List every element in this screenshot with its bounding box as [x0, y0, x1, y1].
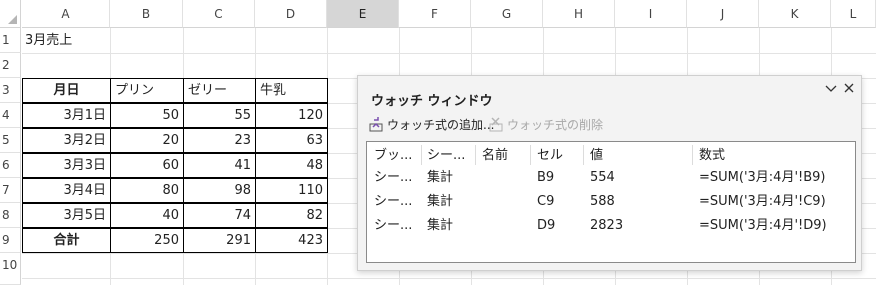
watch-row-book[interactable]: シー... — [374, 216, 412, 236]
watch-row-sheet[interactable]: 集計 — [427, 168, 453, 188]
column-header-e[interactable]: E — [327, 0, 399, 28]
table-cell[interactable]: 41 — [183, 153, 256, 178]
delete-watch-button[interactable]: ウォッチ式の削除 — [489, 115, 603, 135]
watch-row-formula[interactable]: =SUM('3月:4月'!C9) — [699, 192, 826, 212]
table-header-date[interactable]: 月日 — [22, 78, 111, 103]
delete-watch-label: ウォッチ式の削除 — [507, 118, 604, 132]
watch-col-formula[interactable]: 数式 — [699, 147, 725, 165]
sheet-title-cell[interactable]: 3月売上 — [25, 29, 145, 53]
table-header-milk[interactable]: 牛乳 — [255, 78, 328, 103]
close-icon[interactable] — [840, 81, 858, 99]
table-cell[interactable]: 74 — [183, 203, 256, 228]
watch-list[interactable]: ブッ... シー... 名前 セル 値 数式 シー... 集計 B9 554 =… — [366, 141, 856, 263]
table-total-label[interactable]: 合計 — [22, 228, 111, 253]
row-header-2[interactable]: 2 — [0, 53, 21, 78]
table-total-cell[interactable]: 250 — [110, 228, 184, 253]
watch-row-cell[interactable]: B9 — [537, 168, 554, 188]
table-cell[interactable]: 55 — [183, 103, 256, 128]
watch-row-formula[interactable]: =SUM('3月:4月'!D9) — [699, 216, 827, 236]
table-cell[interactable]: 120 — [255, 103, 328, 128]
watch-row-value[interactable]: 2823 — [590, 216, 623, 236]
row-header-4[interactable]: 4 — [0, 103, 21, 128]
row-header-9[interactable]: 9 — [0, 228, 21, 253]
column-divider[interactable] — [692, 145, 693, 165]
table-cell[interactable]: 63 — [255, 128, 328, 153]
column-header-k[interactable]: K — [759, 0, 831, 28]
watch-col-sheet[interactable]: シー... — [427, 147, 465, 165]
row-header-10[interactable]: 10 — [0, 253, 21, 285]
table-cell[interactable]: 110 — [255, 178, 328, 203]
table-cell[interactable]: 3月4日 — [22, 178, 111, 203]
table-cell[interactable]: 3月5日 — [22, 203, 111, 228]
column-header-c[interactable]: C — [183, 0, 255, 28]
row-header-1[interactable]: 1 — [0, 28, 21, 53]
table-cell[interactable]: 82 — [255, 203, 328, 228]
column-header-h[interactable]: H — [543, 0, 615, 28]
watch-row-cell[interactable]: D9 — [537, 216, 555, 236]
table-cell[interactable]: 40 — [110, 203, 184, 228]
watch-col-name[interactable]: 名前 — [482, 147, 508, 165]
watch-col-value[interactable]: 値 — [590, 147, 603, 165]
column-header-l[interactable]: L — [831, 0, 876, 28]
column-divider[interactable] — [421, 145, 422, 165]
table-header-pudding[interactable]: プリン — [110, 78, 184, 103]
delete-watch-icon — [489, 116, 505, 132]
table-cell[interactable]: 23 — [183, 128, 256, 153]
row-header-5[interactable]: 5 — [0, 128, 21, 153]
watch-window[interactable]: ウォッチ ウィンドウ ウォッチ式の追加... ウォッチ式の削除 ブッ... シー… — [357, 75, 862, 271]
column-header-g[interactable]: G — [471, 0, 543, 28]
table-header-jelly[interactable]: ゼリー — [183, 78, 256, 103]
watch-row-value[interactable]: 588 — [590, 192, 615, 212]
add-watch-icon — [369, 116, 385, 132]
add-watch-button[interactable]: ウォッチ式の追加... — [369, 115, 494, 135]
row-header-7[interactable]: 7 — [0, 178, 21, 203]
gridline — [22, 278, 876, 279]
watch-col-cell[interactable]: セル — [537, 147, 563, 165]
table-total-cell[interactable]: 423 — [255, 228, 328, 253]
watch-row-sheet[interactable]: 集計 — [427, 216, 453, 236]
column-header-b[interactable]: B — [110, 0, 183, 28]
table-cell[interactable]: 3月1日 — [22, 103, 111, 128]
table-cell[interactable]: 3月3日 — [22, 153, 111, 178]
gridline — [22, 53, 876, 54]
add-watch-label: ウォッチ式の追加... — [387, 118, 495, 132]
column-header-f[interactable]: F — [399, 0, 471, 28]
table-cell[interactable]: 3月2日 — [22, 128, 111, 153]
table-total-cell[interactable]: 291 — [183, 228, 256, 253]
table-cell[interactable]: 20 — [110, 128, 184, 153]
column-divider[interactable] — [475, 145, 476, 165]
row-header-6[interactable]: 6 — [0, 153, 21, 178]
table-cell[interactable]: 60 — [110, 153, 184, 178]
watch-window-title: ウォッチ ウィンドウ — [371, 94, 493, 109]
row-header-8[interactable]: 8 — [0, 203, 21, 228]
watch-row-book[interactable]: シー... — [374, 168, 412, 188]
watch-col-book[interactable]: ブッ... — [374, 147, 412, 165]
column-divider[interactable] — [530, 145, 531, 165]
column-header-a[interactable]: A — [22, 0, 110, 28]
watch-row-book[interactable]: シー... — [374, 192, 412, 212]
watch-row-formula[interactable]: =SUM('3月:4月'!B9) — [699, 168, 826, 188]
watch-row-value[interactable]: 554 — [590, 168, 615, 188]
row-header-3[interactable]: 3 — [0, 78, 21, 103]
table-cell[interactable]: 98 — [183, 178, 256, 203]
watch-row-sheet[interactable]: 集計 — [427, 192, 453, 212]
column-header-d[interactable]: D — [255, 0, 327, 28]
table-cell[interactable]: 50 — [110, 103, 184, 128]
watch-row-cell[interactable]: C9 — [537, 192, 554, 212]
table-cell[interactable]: 48 — [255, 153, 328, 178]
column-header-j[interactable]: J — [687, 0, 759, 28]
select-all-button[interactable] — [0, 0, 21, 28]
chevron-down-icon[interactable] — [822, 81, 840, 99]
column-header-i[interactable]: I — [615, 0, 687, 28]
table-cell[interactable]: 80 — [110, 178, 184, 203]
column-divider[interactable] — [583, 145, 584, 165]
